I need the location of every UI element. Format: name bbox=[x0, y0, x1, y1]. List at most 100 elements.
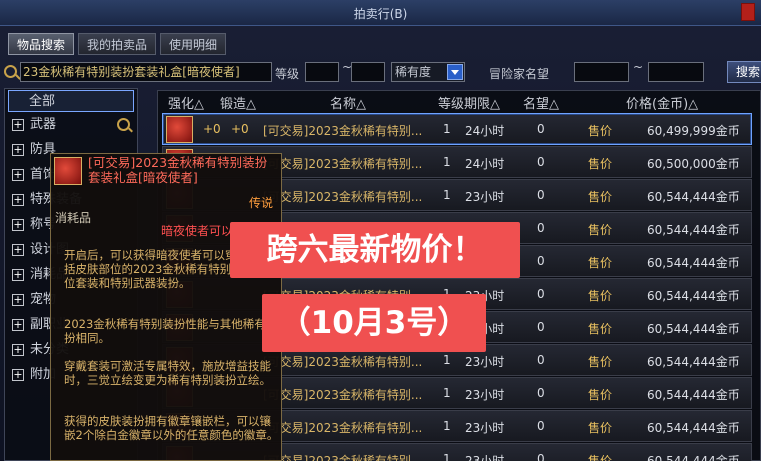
header-price[interactable]: 价格(金币)△ bbox=[626, 93, 698, 112]
row-sale-mode: 售价 bbox=[588, 157, 613, 171]
row-fame: 0 bbox=[537, 254, 545, 268]
item-tooltip: [可交易]2023金秋稀有特别装扮套装礼盒[暗夜使者] 传说 消耗品 暗夜使者可… bbox=[50, 153, 282, 461]
expand-icon[interactable]: + bbox=[12, 369, 24, 381]
expand-icon[interactable]: + bbox=[12, 219, 24, 231]
row-enhance: +0 bbox=[203, 122, 221, 136]
row-level: 1 bbox=[443, 386, 451, 400]
chevron-down-icon[interactable] bbox=[447, 64, 463, 80]
title-bar[interactable]: 拍卖行(B) bbox=[0, 0, 761, 26]
row-fame: 0 bbox=[537, 419, 545, 433]
tooltip-desc-2: 2023金秋稀有特别装扮性能与其他稀有装扮相同。 bbox=[64, 317, 278, 345]
row-price: 60,544,444金币 bbox=[647, 190, 740, 204]
row-sale-mode: 售价 bbox=[588, 355, 613, 369]
expand-icon[interactable]: + bbox=[12, 169, 24, 181]
reputation-range-tilde: ~ bbox=[633, 60, 644, 74]
row-item-name: [可交易]2023金秋稀有特别... bbox=[263, 355, 423, 369]
row-item-name: [可交易]2023金秋稀有特别... bbox=[263, 421, 423, 435]
row-level: 1 bbox=[443, 452, 451, 461]
reputation-min-input[interactable] bbox=[574, 62, 629, 82]
row-price: 60,544,444金币 bbox=[647, 322, 740, 336]
sidebar-item-weapons[interactable]: + 武器 bbox=[8, 114, 134, 136]
row-forge: +0 bbox=[231, 122, 249, 136]
tooltip-type: 消耗品 bbox=[55, 211, 92, 225]
rarity-label: 稀有度 bbox=[395, 65, 432, 79]
row-level: 1 bbox=[443, 122, 451, 136]
tooltip-title: [可交易]2023金秋稀有特别装扮套装礼盒[暗夜使者] bbox=[88, 155, 268, 185]
expand-icon[interactable]: + bbox=[12, 294, 24, 306]
reputation-label: 冒险家名望 bbox=[489, 67, 550, 81]
expand-icon[interactable]: + bbox=[12, 119, 24, 131]
close-button[interactable] bbox=[741, 3, 755, 21]
row-item-name: [可交易]2023金秋稀有特别... bbox=[263, 157, 423, 171]
row-sale-mode: 售价 bbox=[588, 454, 613, 461]
row-fame: 0 bbox=[537, 221, 545, 235]
row-sale-mode: 售价 bbox=[588, 289, 613, 303]
row-sale-mode: 售价 bbox=[588, 223, 613, 237]
row-fame: 0 bbox=[537, 287, 545, 301]
search-button[interactable]: 搜索 bbox=[727, 61, 761, 83]
row-item-name: [可交易]2023金秋稀有特别... bbox=[263, 124, 423, 138]
tab-usage-details[interactable]: 使用明细 bbox=[160, 33, 227, 55]
window-title: 拍卖行(B) bbox=[353, 7, 408, 21]
table-row[interactable]: +0 +0 [可交易]2023金秋稀有特别... 1 24小时 0 售价 60,499,999… bbox=[162, 113, 752, 145]
header-name[interactable]: 名称△ bbox=[330, 93, 366, 112]
expand-icon[interactable]: + bbox=[12, 269, 24, 281]
row-expiry: 23小时 bbox=[465, 454, 505, 461]
row-level: 1 bbox=[443, 353, 451, 367]
tab-item-search[interactable]: 物品搜索 bbox=[8, 33, 75, 55]
row-expiry: 23小时 bbox=[465, 421, 505, 435]
level-max-input[interactable] bbox=[351, 62, 385, 82]
row-expiry: 23小时 bbox=[465, 388, 505, 402]
expand-icon[interactable]: + bbox=[12, 244, 24, 256]
level-min-input[interactable] bbox=[305, 62, 339, 82]
header-level-expiry[interactable]: 等级期限△ bbox=[438, 93, 500, 112]
row-item-name: [可交易]2023金秋稀有特别... bbox=[263, 454, 423, 461]
expand-icon[interactable]: + bbox=[12, 144, 24, 156]
expand-icon[interactable]: + bbox=[12, 194, 24, 206]
row-item-name: [可交易]2023金秋稀有特别... bbox=[263, 190, 423, 204]
row-expiry: 24小时 bbox=[465, 157, 505, 171]
row-fame: 0 bbox=[537, 386, 545, 400]
search-bar: 23金秋稀有特别装扮套装礼盒[暗夜使者] 等级 ~ 稀有度 冒险家名望 ~ 搜索 bbox=[0, 58, 761, 88]
reputation-max-input[interactable] bbox=[648, 62, 704, 82]
row-fame: 0 bbox=[537, 122, 545, 136]
row-expiry: 24小时 bbox=[465, 124, 505, 138]
row-price: 60,544,444金币 bbox=[647, 454, 740, 461]
row-expiry: 23小时 bbox=[465, 190, 505, 204]
row-sale-mode: 售价 bbox=[588, 322, 613, 336]
row-item-name: [可交易]2023金秋稀有特别... bbox=[263, 388, 423, 402]
header-fame[interactable]: 名望△ bbox=[523, 93, 559, 112]
date-banner: （10月3号） bbox=[262, 294, 486, 352]
tab-my-auctions[interactable]: 我的拍卖品 bbox=[78, 33, 157, 55]
tab-bar: 物品搜索 我的拍卖品 使用明细 bbox=[8, 33, 227, 55]
tooltip-rarity: 传说 bbox=[248, 196, 273, 210]
gift-box-icon bbox=[166, 116, 193, 143]
tooltip-desc-4: 获得的皮肤装扮拥有徽章镶嵌栏，可以镶嵌2个除白金徽章以外的任意颜色的徽章。 bbox=[64, 414, 279, 442]
row-price: 60,544,444金币 bbox=[647, 355, 740, 369]
rarity-select[interactable]: 稀有度 bbox=[391, 62, 465, 82]
expand-icon[interactable]: + bbox=[12, 344, 24, 356]
tooltip-set-note: 暗夜使者可以 bbox=[161, 224, 234, 238]
row-price: 60,500,000金币 bbox=[647, 157, 740, 171]
level-label: 等级 bbox=[275, 67, 300, 81]
row-level: 1 bbox=[443, 188, 451, 202]
header-forge[interactable]: 锻造△ bbox=[220, 93, 256, 112]
row-price: 60,499,999金币 bbox=[647, 124, 740, 138]
row-sale-mode: 售价 bbox=[588, 421, 613, 435]
price-banner: 跨六最新物价！ bbox=[230, 222, 520, 278]
row-fame: 0 bbox=[537, 320, 545, 334]
sidebar-item-all[interactable]: 全部 bbox=[8, 90, 134, 112]
sidebar-item-label: 全部 bbox=[29, 94, 56, 109]
item-name-input[interactable]: 23金秋稀有特别装扮套装礼盒[暗夜使者] bbox=[20, 62, 272, 82]
magnifier-icon[interactable] bbox=[117, 118, 130, 131]
gift-box-icon bbox=[54, 157, 82, 185]
row-fame: 0 bbox=[537, 452, 545, 461]
row-price: 60,544,444金币 bbox=[647, 289, 740, 303]
row-price: 60,544,444金币 bbox=[647, 388, 740, 402]
row-expiry: 23小时 bbox=[465, 355, 505, 369]
expand-icon[interactable]: + bbox=[12, 319, 24, 331]
auction-window: 拍卖行(B) 物品搜索 我的拍卖品 使用明细 23金秋稀有特别装扮套装礼盒[暗夜… bbox=[0, 0, 761, 461]
search-icon[interactable] bbox=[4, 65, 17, 78]
header-enhance[interactable]: 强化△ bbox=[168, 93, 204, 112]
row-sale-mode: 售价 bbox=[588, 388, 613, 402]
